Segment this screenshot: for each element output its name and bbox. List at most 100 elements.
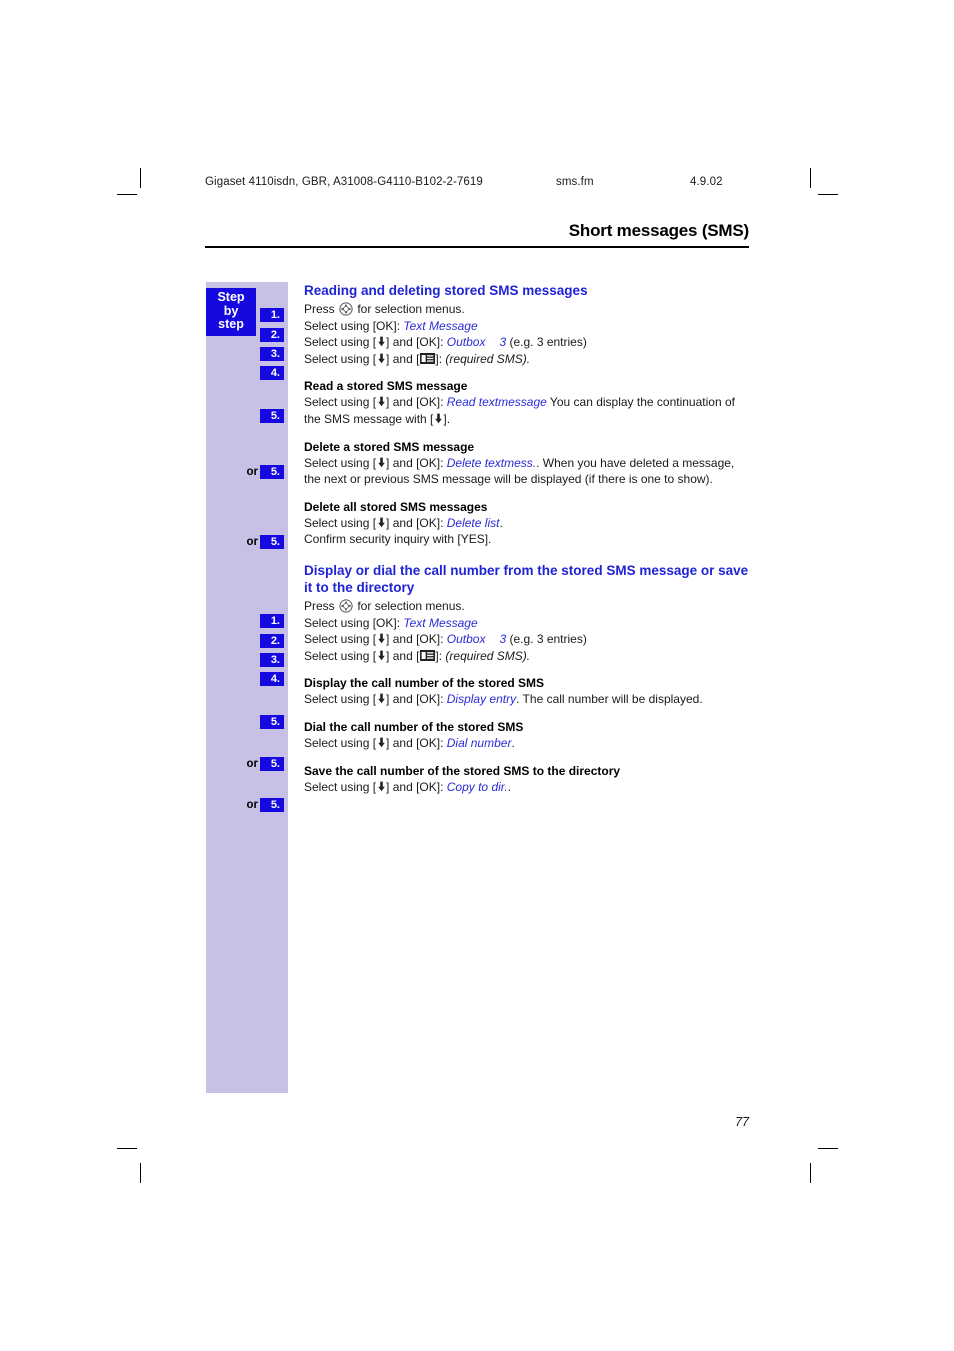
read-stored-sms-text: Select using [] and [OK]: Read textmessa… [304,394,750,427]
s2-step-1-suffix: for selection menus. [354,598,465,613]
navigation-key-icon [339,599,353,613]
step-number-chip: 5. [260,535,284,549]
read-tail: ]. [443,411,451,426]
menu-value-display-entry: Display entry [446,692,517,707]
s2-step-4-suffix: ]: [435,648,446,663]
navigation-key-icon [339,302,353,316]
step-4-prefix: Select using [ [304,351,377,366]
s2-step-3-text: Select using [] and [OK]: Outbox 3 (e.g. … [304,631,750,648]
step-number-chip: 5. [260,798,284,812]
display-mid: ] and [OK]: [386,692,447,707]
step-2-text: Select using [OK]: Text Message [304,318,750,335]
dial-call-number-text: Select using [] and [OK]: Dial number. [304,735,750,752]
s2-step-4-mid: ] and [ [386,648,420,663]
delete-all-post: . [499,515,503,530]
step-number-chip: 3. [260,653,284,667]
down-arrow-key-icon [434,412,443,424]
s2-step-2-text: Select using [OK]: Text Message [304,615,750,632]
down-arrow-key-icon [377,335,386,347]
delete-all-mid: ] and [OK]: [386,515,447,530]
step-4-text: Select using [] and []: (required SMS). [304,351,750,368]
step-3-mid: ] and [OK]: [386,335,447,350]
step-3-suffix: (e.g. 3 entries) [509,335,587,350]
step-by-step-label: Step by step [206,288,256,336]
runhead-date: 4.9.02 [690,176,723,188]
down-arrow-key-icon [377,632,386,644]
delete-stored-sms-text: Select using [ ] and [OK]: Delete textmes… [304,455,750,488]
step-4-suffix: ]: [435,351,446,366]
display-key-icon [419,649,435,661]
down-arrow-key-icon [377,692,386,704]
step-number-chip: 1. [260,614,284,628]
read-mid: ] and [OK]: [386,395,447,410]
s2-step-1-prefix: Press [304,598,339,613]
runhead-document-id: Gigaset 4110isdn, GBR, A31008-G4110-B102… [205,176,483,188]
crop-mark-top-right-horizontal [818,194,838,195]
menu-value-delete-textmess: Delete textmess. [446,455,537,470]
down-arrow-key-icon [377,352,386,363]
save-post: . [507,779,512,794]
section-heading-display-dial-save: Display or dial the call number from the… [304,562,749,595]
s2-step-3-mid: ] and [OK]: [386,632,447,647]
s2-step-1-text: Press for selection menus. [304,598,750,615]
step-number-chip: 5. [260,715,284,729]
main-content: Reading and deleting stored SMS messages… [304,282,750,795]
step-or-label: or [246,758,259,770]
delete-all-prefix: Select using [ [304,515,377,530]
step-number-chip: 3. [260,347,284,361]
step-or-label: or [246,799,259,811]
menu-value-text-message: Text Message [403,318,478,333]
s2-step-3-suffix: (e.g. 3 entries) [509,632,587,647]
s2-step-4-prefix: Select using [ [304,648,377,663]
subheading-delete-all-stored-sms: Delete all stored SMS messages [304,499,488,514]
menu-value-copy-to-dir: Copy to dir. [446,779,508,794]
step-number-chip: 4. [260,366,284,380]
save-mid: ] and [OK]: [386,779,447,794]
delete-prefix: Select using [ [304,455,377,470]
step-by-step-line3: step [218,317,244,331]
display-key-icon [419,352,435,364]
crop-mark-top-left-horizontal [117,194,137,195]
step-1-prefix: Press [304,302,339,316]
subheading-save-call-number: Save the call number of the stored SMS t… [304,763,621,778]
title-divider [205,246,749,248]
page-title: Short messages (SMS) [568,221,749,240]
outbox-entry-count: 3 [499,632,507,647]
step-by-step-line1: Step [217,290,245,304]
save-prefix: Select using [ [304,779,377,794]
menu-value-delete-list: Delete list [446,515,500,530]
crop-mark-bottom-left-horizontal [117,1148,137,1149]
outbox-entry-count: 3 [499,335,507,350]
document-page: Gigaset 4110isdn, GBR, A31008-G4110-B102… [0,0,954,1351]
step-number-chip: 2. [260,328,284,342]
read-prefix: Select using [ [304,395,377,410]
step-or-label: or [246,536,259,548]
menu-value-outbox: Outbox [446,335,486,350]
display-prefix: Select using [ [304,692,377,707]
s2-step-3-prefix: Select using [ [304,632,377,647]
crop-mark-top-right-vertical [810,168,811,188]
down-arrow-key-icon [377,780,386,791]
section-heading-reading-deleting: Reading and deleting stored SMS messages [304,283,588,298]
menu-value-text-message: Text Message [403,615,478,630]
subheading-display-call-number: Display the call number of the stored SM… [304,676,545,691]
crop-mark-bottom-left-vertical [140,1163,141,1183]
delete-mid: ] and [OK]: [386,455,447,470]
step-number-chip: 1. [260,308,284,322]
dial-mid: ] and [OK]: [386,735,447,750]
display-call-number-text: Select using [] and [OK]: Display entry.… [304,691,750,708]
step-number-chip: 5. [260,409,284,423]
subheading-dial-call-number: Dial the call number of the stored SMS [304,719,524,734]
required-sms-note: (required SMS). [445,351,531,366]
delete-all-sms-text: Select using [ ] and [OK]: Delete list. [304,515,750,532]
crop-mark-bottom-right-horizontal [818,1148,838,1149]
page-number: 77 [735,1115,749,1129]
step-1-text: Press for selection menus. [304,301,750,318]
subheading-read-stored-sms: Read a stored SMS message [304,379,468,394]
menu-value-dial-number: Dial number [446,735,512,750]
step-1-suffix: for selection menus. [354,302,465,316]
required-sms-note: (required SMS). [445,648,531,663]
subheading-delete-stored-sms: Delete a stored SMS message [304,439,475,454]
down-arrow-key-icon [377,516,386,527]
down-arrow-key-icon [377,456,386,467]
